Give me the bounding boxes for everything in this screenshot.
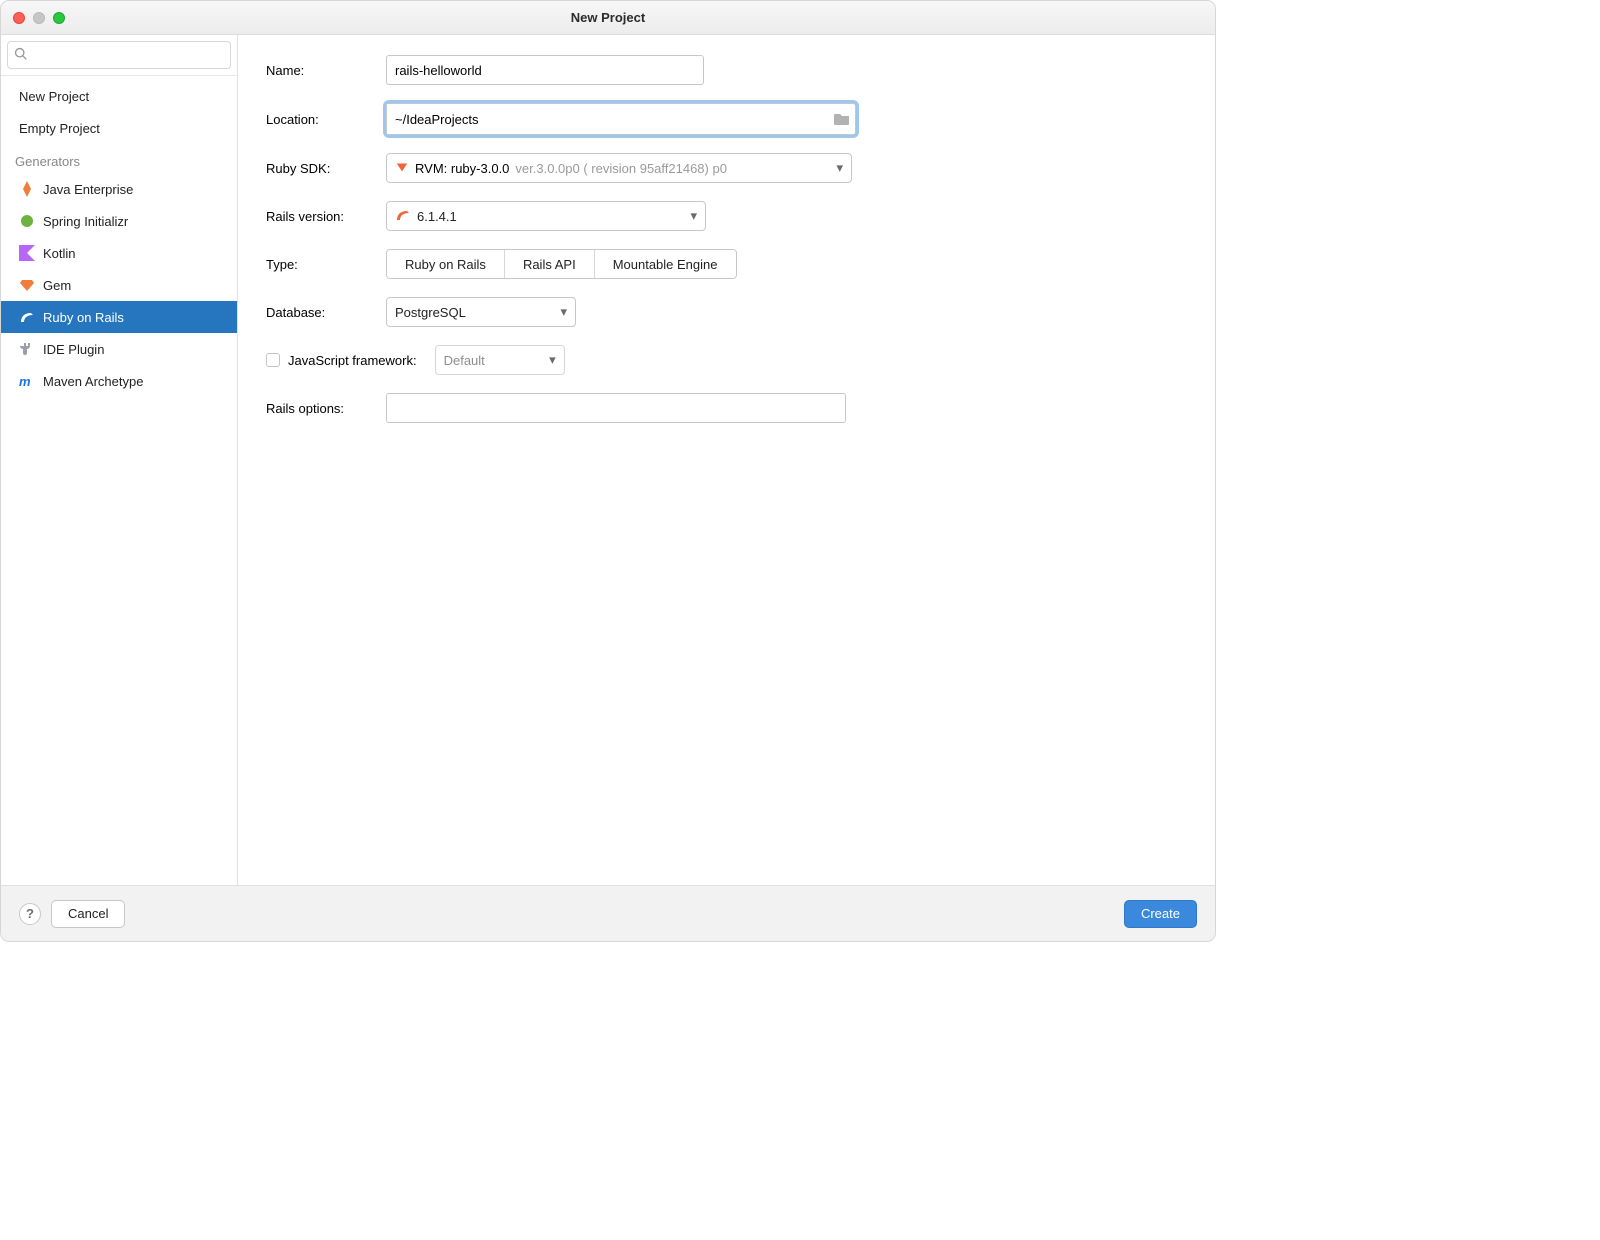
js-framework-label: JavaScript framework: [288, 353, 417, 368]
search-icon [14, 47, 28, 64]
row-type: Type: Ruby on Rails Rails API Mountable … [266, 249, 1187, 279]
row-js-framework: JavaScript framework: Default ▾ [266, 345, 1187, 375]
type-option-mountable-engine[interactable]: Mountable Engine [595, 250, 736, 278]
gem-icon [19, 277, 35, 293]
ruby-diamond-icon [395, 160, 409, 177]
row-name: Name: [266, 55, 1187, 85]
cancel-button[interactable]: Cancel [51, 900, 125, 928]
sidebar-item-gem[interactable]: Gem [1, 269, 237, 301]
ruby-sdk-label: Ruby SDK: [266, 161, 386, 176]
sidebar-item-empty-project[interactable]: Empty Project [1, 112, 237, 144]
chevron-down-icon: ▾ [560, 304, 567, 320]
sidebar-item-new-project[interactable]: New Project [1, 80, 237, 112]
sidebar-item-label: Maven Archetype [43, 374, 143, 389]
sidebar-item-ruby-on-rails[interactable]: Ruby on Rails [1, 301, 237, 333]
help-button[interactable]: ? [19, 903, 41, 925]
location-label: Location: [266, 112, 386, 127]
sidebar-item-label: IDE Plugin [43, 342, 104, 357]
form-panel: Name: Location: Ruby SDK: [238, 35, 1215, 885]
rails-icon [19, 309, 35, 325]
sidebar-item-ide-plugin[interactable]: IDE Plugin [1, 333, 237, 365]
maven-icon: m [19, 373, 35, 389]
sidebar-item-label: Gem [43, 278, 71, 293]
sidebar-item-spring[interactable]: Spring Initializr [1, 205, 237, 237]
window-title: New Project [1, 10, 1215, 25]
dialog-body: New Project Empty Project Generators Jav… [1, 35, 1215, 885]
ruby-sdk-combo[interactable]: RVM: ruby-3.0.0 ver.3.0.0p0 ( revision 9… [386, 153, 852, 183]
sidebar-list: New Project Empty Project Generators Jav… [1, 76, 237, 397]
sidebar-item-label: Ruby on Rails [43, 310, 124, 325]
sidebar-item-label: Spring Initializr [43, 214, 128, 229]
database-value: PostgreSQL [395, 305, 466, 320]
js-framework-combo: Default ▾ [435, 345, 565, 375]
js-framework-value: Default [444, 353, 485, 368]
sidebar-section-generators: Generators [1, 144, 237, 173]
sidebar-search-input[interactable] [34, 48, 224, 63]
kotlin-icon [19, 245, 35, 261]
row-database: Database: PostgreSQL ▾ [266, 297, 1187, 327]
sidebar-item-kotlin[interactable]: Kotlin [1, 237, 237, 269]
titlebar: New Project [1, 1, 1215, 35]
sidebar-item-label: Java Enterprise [43, 182, 133, 197]
database-label: Database: [266, 305, 386, 320]
name-input[interactable] [386, 55, 704, 85]
spring-icon [19, 213, 35, 229]
chevron-down-icon: ▾ [836, 160, 843, 176]
ruby-sdk-main-text: RVM: ruby-3.0.0 [415, 161, 509, 176]
rails-options-label: Rails options: [266, 401, 386, 416]
row-rails-version: Rails version: 6.1.4.1 ▾ [266, 201, 1187, 231]
sidebar-item-label: Kotlin [43, 246, 76, 261]
sidebar: New Project Empty Project Generators Jav… [1, 35, 238, 885]
name-label: Name: [266, 63, 386, 78]
new-project-window: New Project New Project Empty Project G [0, 0, 1216, 942]
rails-version-value: 6.1.4.1 [417, 209, 457, 224]
dialog-footer: ? Cancel Create [1, 885, 1215, 941]
plugin-icon [19, 341, 35, 357]
sidebar-item-label: Empty Project [19, 121, 100, 136]
svg-text:m: m [19, 374, 31, 389]
rails-logo-icon [395, 207, 411, 226]
row-ruby-sdk: Ruby SDK: RVM: ruby-3.0.0 ver.3.0.0p0 ( … [266, 153, 1187, 183]
type-option-rails-api[interactable]: Rails API [505, 250, 595, 278]
rails-version-label: Rails version: [266, 209, 386, 224]
js-framework-checkbox[interactable] [266, 353, 280, 367]
row-location: Location: [266, 103, 1187, 135]
chevron-down-icon: ▾ [690, 208, 697, 224]
row-rails-options: Rails options: [266, 393, 1187, 423]
location-field[interactable] [386, 103, 856, 135]
sidebar-search[interactable] [7, 41, 231, 69]
sidebar-search-wrap [1, 35, 237, 76]
create-button[interactable]: Create [1124, 900, 1197, 928]
rails-version-combo[interactable]: 6.1.4.1 ▾ [386, 201, 706, 231]
sidebar-item-label: New Project [19, 89, 89, 104]
folder-browse-icon[interactable] [829, 112, 855, 126]
java-enterprise-icon [19, 181, 35, 197]
ruby-sdk-meta-text: ver.3.0.0p0 ( revision 95aff21468) p0 [515, 161, 727, 176]
type-option-ruby-on-rails[interactable]: Ruby on Rails [387, 250, 505, 278]
rails-options-input[interactable] [386, 393, 846, 423]
sidebar-item-java-enterprise[interactable]: Java Enterprise [1, 173, 237, 205]
database-combo[interactable]: PostgreSQL ▾ [386, 297, 576, 327]
sidebar-item-maven-archetype[interactable]: m Maven Archetype [1, 365, 237, 397]
location-input[interactable] [387, 104, 829, 134]
type-label: Type: [266, 257, 386, 272]
chevron-down-icon: ▾ [549, 352, 556, 368]
type-segmented-control: Ruby on Rails Rails API Mountable Engine [386, 249, 737, 279]
